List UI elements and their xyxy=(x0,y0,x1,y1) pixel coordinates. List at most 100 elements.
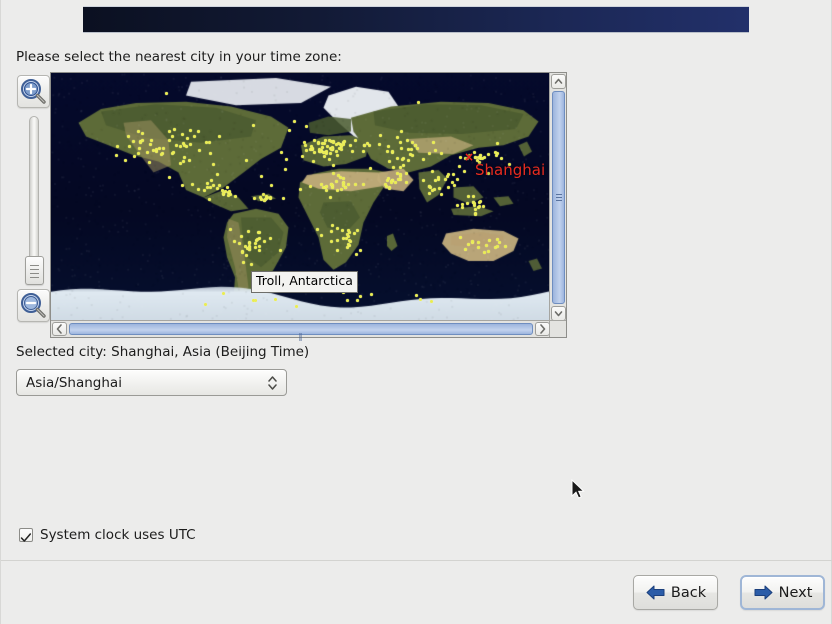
city-dot[interactable] xyxy=(234,195,237,198)
city-dot[interactable] xyxy=(204,303,207,306)
city-dot[interactable] xyxy=(342,177,345,180)
city-dot[interactable] xyxy=(227,194,230,197)
city-dot[interactable] xyxy=(474,213,477,216)
city-dot[interactable] xyxy=(428,152,431,155)
city-dot[interactable] xyxy=(348,239,351,242)
city-dot[interactable] xyxy=(303,141,306,144)
city-dot[interactable] xyxy=(128,145,131,148)
city-dot[interactable] xyxy=(165,92,168,95)
city-dot[interactable] xyxy=(451,181,454,184)
city-dot[interactable] xyxy=(162,147,165,150)
city-dot[interactable] xyxy=(353,232,356,235)
city-dot[interactable] xyxy=(321,146,324,149)
city-dot[interactable] xyxy=(396,172,399,175)
city-dot[interactable] xyxy=(422,158,425,161)
city-dot[interactable] xyxy=(252,299,255,302)
city-dot[interactable] xyxy=(238,242,241,245)
city-dot[interactable] xyxy=(473,202,476,205)
city-dot[interactable] xyxy=(337,174,340,177)
city-dot[interactable] xyxy=(321,142,324,145)
city-dot[interactable] xyxy=(330,230,333,233)
city-dot[interactable] xyxy=(406,139,409,142)
city-dot[interactable] xyxy=(284,168,287,171)
city-dot[interactable] xyxy=(378,143,381,146)
city-dot[interactable] xyxy=(340,188,343,191)
city-dot[interactable] xyxy=(160,153,163,156)
scroll-right-button[interactable] xyxy=(535,322,550,336)
city-dot[interactable] xyxy=(326,145,329,148)
horizontal-scrollbar-thumb[interactable]: ‖ xyxy=(69,323,533,335)
city-dot[interactable] xyxy=(146,151,149,154)
city-dot[interactable] xyxy=(181,133,184,136)
city-dot[interactable] xyxy=(405,181,408,184)
city-dot[interactable] xyxy=(415,294,418,297)
city-dot[interactable] xyxy=(133,155,136,158)
city-dot[interactable] xyxy=(258,249,261,252)
city-dot[interactable] xyxy=(335,150,338,153)
city-dot[interactable] xyxy=(245,254,248,257)
city-dot[interactable] xyxy=(430,300,433,303)
timezone-select[interactable]: Asia/Shanghai xyxy=(16,369,287,396)
city-dot[interactable] xyxy=(188,159,191,162)
city-dot[interactable] xyxy=(304,144,307,147)
city-dot[interactable] xyxy=(504,245,507,248)
city-dot[interactable] xyxy=(482,205,485,208)
city-dot[interactable] xyxy=(347,183,350,186)
scroll-up-button[interactable] xyxy=(551,74,566,89)
city-dot[interactable] xyxy=(459,236,462,239)
city-dot[interactable] xyxy=(240,235,243,238)
city-dot[interactable] xyxy=(461,206,464,209)
city-dot[interactable] xyxy=(325,189,328,192)
city-dot[interactable] xyxy=(428,185,431,188)
city-dot[interactable] xyxy=(132,140,135,143)
city-dot[interactable] xyxy=(414,144,417,147)
city-dot[interactable] xyxy=(463,170,466,173)
city-dot[interactable] xyxy=(467,195,470,198)
city-dot[interactable] xyxy=(434,149,437,152)
next-button[interactable]: Next xyxy=(740,575,825,610)
city-dot[interactable] xyxy=(362,150,365,153)
city-dot[interactable] xyxy=(432,141,435,144)
city-dot[interactable] xyxy=(496,245,499,248)
city-dot[interactable] xyxy=(496,238,499,241)
city-dot[interactable] xyxy=(437,176,440,179)
city-dot[interactable] xyxy=(191,183,194,186)
city-dot[interactable] xyxy=(407,159,410,162)
city-dot[interactable] xyxy=(405,172,408,175)
city-dot[interactable] xyxy=(336,189,339,192)
city-dot[interactable] xyxy=(212,163,215,166)
city-dot[interactable] xyxy=(116,145,119,148)
city-dot[interactable] xyxy=(487,250,490,253)
city-dot[interactable] xyxy=(248,242,251,245)
map-horizontal-scrollbar[interactable]: ‖ xyxy=(51,320,551,337)
city-dot[interactable] xyxy=(485,244,488,247)
city-dot[interactable] xyxy=(254,246,257,249)
city-dot[interactable] xyxy=(359,249,362,252)
city-dot[interactable] xyxy=(241,251,244,254)
city-dot[interactable] xyxy=(189,143,192,146)
city-dot[interactable] xyxy=(329,152,332,155)
city-dot[interactable] xyxy=(263,240,266,243)
city-dot[interactable] xyxy=(216,187,219,190)
city-dot[interactable] xyxy=(500,157,503,160)
city-dot[interactable] xyxy=(285,158,288,161)
city-dot[interactable] xyxy=(328,158,331,161)
city-dot[interactable] xyxy=(212,184,215,187)
scroll-left-button[interactable] xyxy=(52,322,67,336)
city-dot[interactable] xyxy=(369,167,372,170)
city-dot[interactable] xyxy=(479,200,482,203)
city-dot[interactable] xyxy=(242,261,245,264)
city-dot[interactable] xyxy=(175,144,178,147)
city-dot[interactable] xyxy=(222,292,225,295)
city-dot[interactable] xyxy=(336,249,339,252)
city-dot[interactable] xyxy=(471,240,474,243)
city-dot[interactable] xyxy=(206,182,209,185)
city-dot[interactable] xyxy=(391,150,394,153)
city-dot[interactable] xyxy=(265,195,268,198)
city-dot[interactable] xyxy=(355,253,358,256)
city-dot[interactable] xyxy=(155,148,158,151)
city-dot[interactable] xyxy=(332,164,335,167)
city-dot[interactable] xyxy=(124,159,127,162)
city-dot[interactable] xyxy=(229,228,232,231)
city-dot[interactable] xyxy=(323,151,326,154)
